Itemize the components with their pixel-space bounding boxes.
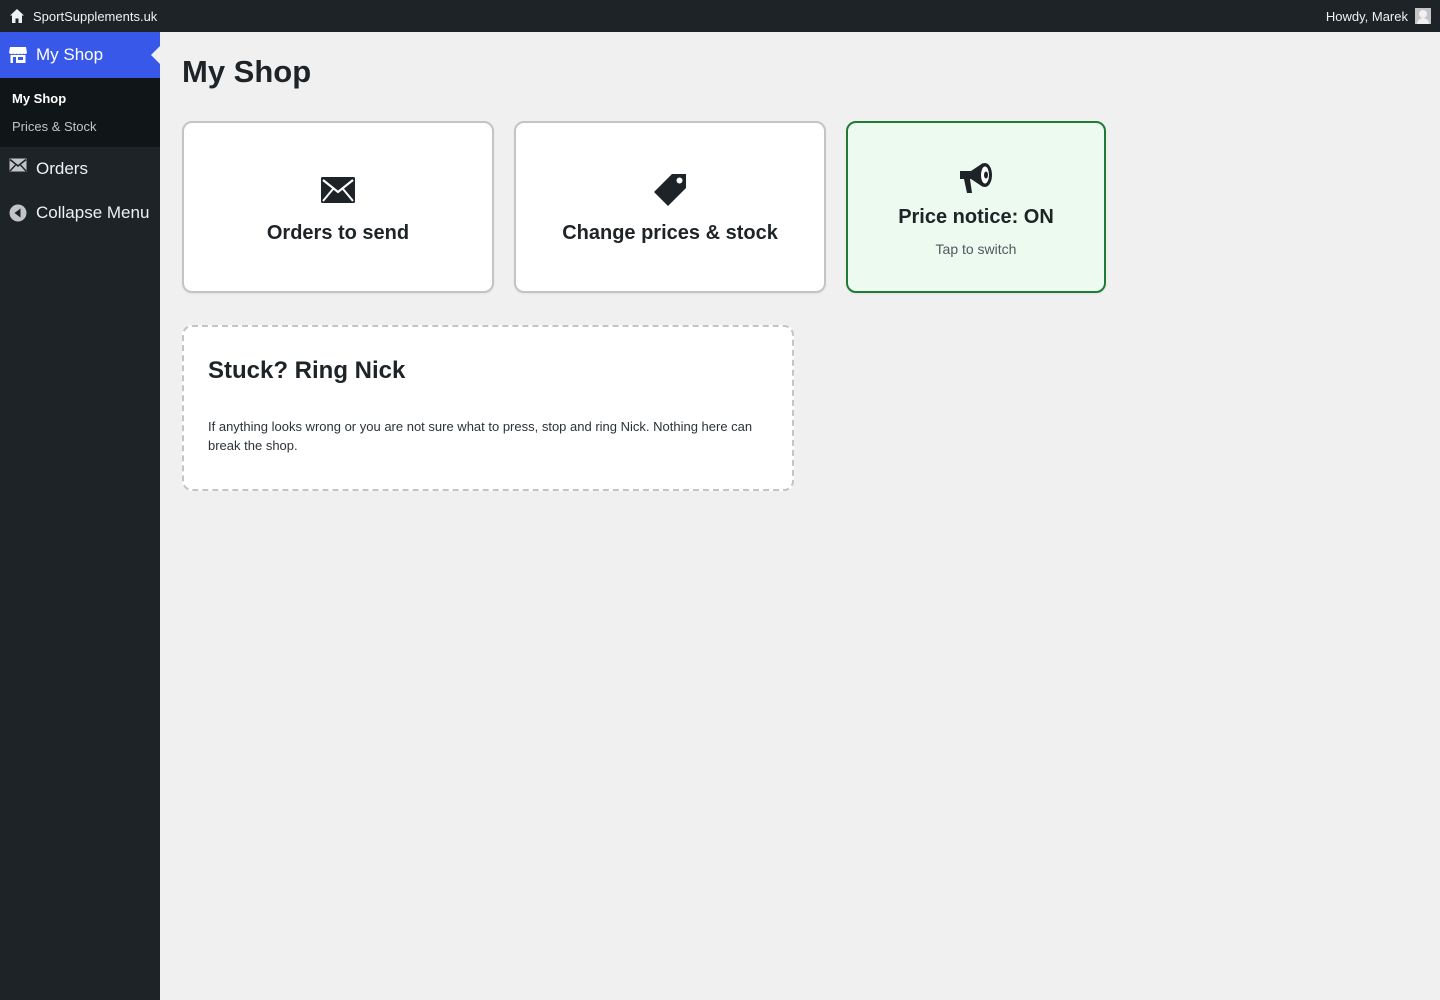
megaphone-icon (956, 158, 996, 198)
submenu-my-shop: My Shop Prices & Stock (0, 78, 160, 147)
site-link[interactable]: SportSupplements.uk (0, 0, 157, 32)
tile-label: Change prices & stock (562, 221, 778, 244)
admin-sidebar: My Shop My Shop Prices & Stock Orders Co… (0, 32, 160, 1000)
tile-orders-to-send[interactable]: Orders to send (182, 121, 494, 293)
submenu-item-prices-stock[interactable]: Prices & Stock (0, 113, 160, 141)
action-tiles: Orders to send Change prices & stock Pri… (182, 121, 1418, 293)
home-icon (8, 7, 26, 25)
admin-bar: SportSupplements.uk Howdy, Marek (0, 0, 1440, 32)
help-title: Stuck? Ring Nick (208, 357, 406, 384)
sidebar-item-label: Collapse Menu (36, 203, 150, 222)
tile-change-prices-stock[interactable]: Change prices & stock (514, 121, 826, 293)
submenu-item-my-shop[interactable]: My Shop (0, 85, 160, 113)
tile-price-notice-toggle[interactable]: Price notice: ON Tap to switch (846, 121, 1106, 293)
main-content: My Shop Orders to send Change prices & s… (182, 32, 1418, 491)
tile-label: Orders to send (266, 221, 410, 244)
envelope-icon (318, 170, 358, 210)
sidebar-item-orders[interactable]: Orders (0, 147, 160, 191)
help-text: If anything looks wrong or you are not s… (208, 419, 753, 453)
price-tag-icon (650, 170, 690, 210)
sidebar-item-my-shop[interactable]: My Shop (0, 32, 160, 78)
store-icon (8, 45, 28, 65)
my-account[interactable]: Howdy, Marek (1326, 0, 1440, 32)
collapse-icon (8, 203, 28, 223)
tile-sublabel: Tap to switch (935, 240, 1017, 257)
site-name: SportSupplements.uk (33, 8, 158, 24)
help-box: Stuck? Ring Nick If anything looks wrong… (182, 325, 794, 491)
page-title: My Shop (182, 54, 312, 89)
greeting: Howdy, Marek (1325, 8, 1408, 24)
mail-icon (8, 158, 28, 179)
avatar (1415, 8, 1431, 24)
collapse-menu-button[interactable]: Collapse Menu (0, 191, 160, 235)
sidebar-item-label: My Shop (36, 45, 104, 64)
sidebar-item-label: Orders (36, 159, 88, 178)
tile-label: Price notice: ON (898, 205, 1054, 228)
